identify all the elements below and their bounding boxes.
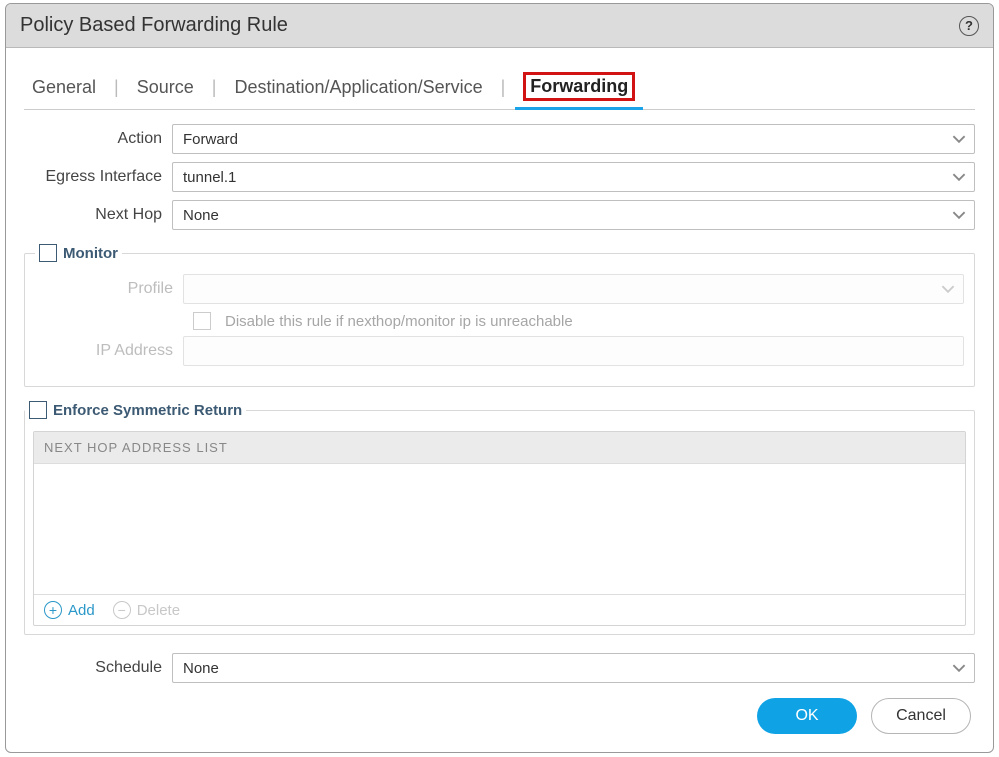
tab-general[interactable]: General bbox=[24, 66, 104, 109]
tab-label: General bbox=[32, 77, 96, 98]
action-value: Forward bbox=[183, 131, 238, 148]
row-egress: Egress Interface tunnel.1 bbox=[24, 162, 975, 192]
tab-separator: | bbox=[202, 77, 227, 98]
profile-select bbox=[183, 274, 964, 304]
symmetric-return-group: Enforce Symmetric Return NEXT HOP ADDRES… bbox=[24, 401, 975, 635]
ok-label: OK bbox=[795, 707, 818, 725]
symmetric-return-legend-text: Enforce Symmetric Return bbox=[53, 402, 242, 419]
ip-address-input bbox=[183, 336, 964, 366]
dialog-footer: OK Cancel bbox=[757, 698, 971, 734]
tab-label: Forwarding bbox=[523, 72, 635, 101]
symmetric-return-checkbox[interactable] bbox=[29, 401, 47, 419]
chevron-down-icon bbox=[941, 282, 955, 296]
chevron-down-icon bbox=[952, 132, 966, 146]
monitor-checkbox[interactable] bbox=[39, 244, 57, 262]
chevron-down-icon bbox=[952, 208, 966, 222]
tab-separator: | bbox=[104, 77, 129, 98]
egress-interface-select[interactable]: tunnel.1 bbox=[172, 162, 975, 192]
forwarding-form: Action Forward Egress Interface tunnel.1 bbox=[24, 110, 975, 683]
monitor-legend-text: Monitor bbox=[63, 245, 118, 262]
row-action: Action Forward bbox=[24, 124, 975, 154]
delete-button: − Delete bbox=[113, 601, 180, 619]
symmetric-return-legend: Enforce Symmetric Return bbox=[25, 401, 246, 419]
dialog-body: General | Source | Destination/Applicati… bbox=[6, 48, 993, 752]
profile-label: Profile bbox=[35, 280, 183, 298]
row-nexthop: Next Hop None bbox=[24, 200, 975, 230]
schedule-select[interactable]: None bbox=[172, 653, 975, 683]
tab-source[interactable]: Source bbox=[129, 66, 202, 109]
tab-label: Source bbox=[137, 77, 194, 98]
row-schedule: Schedule None bbox=[24, 653, 975, 683]
tab-forwarding[interactable]: Forwarding bbox=[515, 67, 643, 110]
pbf-rule-dialog: Policy Based Forwarding Rule ? General |… bbox=[5, 3, 994, 753]
help-icon[interactable]: ? bbox=[959, 16, 979, 36]
plus-icon: + bbox=[44, 601, 62, 619]
disable-unreachable-text: Disable this rule if nexthop/monitor ip … bbox=[225, 313, 573, 330]
list-footer: + Add − Delete bbox=[34, 594, 965, 625]
schedule-label: Schedule bbox=[24, 659, 172, 677]
row-profile: Profile bbox=[35, 274, 964, 304]
minus-icon: − bbox=[113, 601, 131, 619]
tab-label: Destination/Application/Service bbox=[234, 77, 482, 98]
list-body bbox=[34, 464, 965, 594]
nexthop-select[interactable]: None bbox=[172, 200, 975, 230]
list-header: NEXT HOP ADDRESS LIST bbox=[34, 432, 965, 464]
row-ip-address: IP Address bbox=[35, 336, 964, 366]
add-button[interactable]: + Add bbox=[44, 601, 95, 619]
monitor-group: Monitor Profile Disable this rule if nex… bbox=[24, 244, 975, 387]
chevron-down-icon bbox=[952, 170, 966, 184]
schedule-value: None bbox=[183, 660, 219, 677]
dialog-title: Policy Based Forwarding Rule bbox=[20, 14, 288, 37]
nexthop-address-list: NEXT HOP ADDRESS LIST + Add − Delete bbox=[33, 431, 966, 626]
dialog-titlebar: Policy Based Forwarding Rule ? bbox=[6, 4, 993, 48]
ip-address-label: IP Address bbox=[35, 342, 183, 360]
monitor-legend: Monitor bbox=[35, 244, 122, 262]
delete-label: Delete bbox=[137, 602, 180, 619]
add-label: Add bbox=[68, 602, 95, 619]
tab-separator: | bbox=[491, 77, 516, 98]
action-label: Action bbox=[24, 130, 172, 148]
tab-bar: General | Source | Destination/Applicati… bbox=[24, 66, 975, 110]
ok-button[interactable]: OK bbox=[757, 698, 857, 734]
nexthop-value: None bbox=[183, 207, 219, 224]
action-select[interactable]: Forward bbox=[172, 124, 975, 154]
nexthop-label: Next Hop bbox=[24, 206, 172, 224]
cancel-label: Cancel bbox=[896, 707, 946, 725]
tab-destination[interactable]: Destination/Application/Service bbox=[226, 66, 490, 109]
egress-label: Egress Interface bbox=[24, 168, 172, 186]
row-disable-unreachable: Disable this rule if nexthop/monitor ip … bbox=[193, 312, 964, 330]
disable-unreachable-checkbox bbox=[193, 312, 211, 330]
chevron-down-icon bbox=[952, 661, 966, 675]
egress-value: tunnel.1 bbox=[183, 169, 236, 186]
cancel-button[interactable]: Cancel bbox=[871, 698, 971, 734]
